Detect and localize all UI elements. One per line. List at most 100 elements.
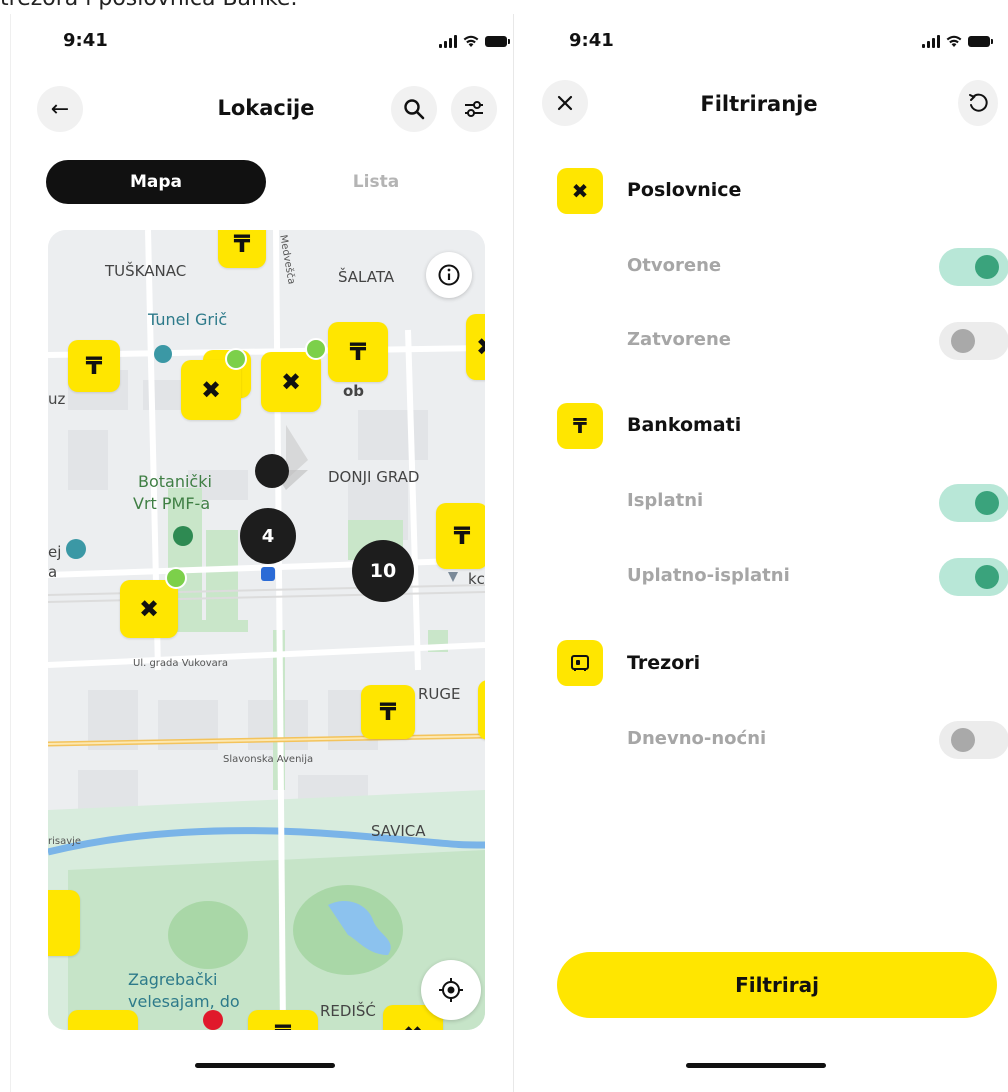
tab-list[interactable]: Lista	[266, 160, 486, 204]
compass-marker	[255, 454, 289, 488]
map-label-risavje: risavje	[48, 836, 82, 847]
atm-icon: ₸	[379, 698, 397, 726]
atm-marker[interactable]: ₸	[361, 685, 415, 739]
map-label-vrt: Vrt PMF-a	[133, 494, 211, 513]
cluster-marker[interactable]: 10	[352, 540, 414, 602]
atm-marker[interactable]	[48, 890, 80, 956]
page-title: Lokacije	[217, 96, 315, 120]
wifi-icon	[946, 35, 962, 47]
toggle-uplatno-isplatni[interactable]	[939, 558, 1008, 596]
filter-screen: 9:41 Filtriranje ✖ Poslovnice Otvorene Z…	[514, 0, 1008, 1092]
page-title: Filtriranje	[700, 92, 818, 116]
search-icon	[404, 99, 425, 120]
close-button[interactable]	[542, 80, 588, 126]
atm-icon: ₸	[557, 403, 603, 449]
open-status-dot	[225, 348, 247, 370]
atm-marker[interactable]: ₸	[248, 1010, 318, 1030]
map-label-a: a	[48, 563, 58, 581]
reset-button[interactable]	[958, 80, 998, 126]
info-icon	[438, 264, 460, 286]
map-label-savica: SAVICA	[371, 822, 426, 840]
open-status-dot	[165, 567, 187, 589]
back-button[interactable]: ←	[37, 86, 83, 132]
home-indicator	[195, 1063, 335, 1068]
branch-icon: ✖	[138, 595, 160, 623]
map-label-ob: ob	[343, 382, 365, 400]
close-icon	[557, 95, 573, 111]
sliders-icon	[465, 101, 483, 117]
map-label-donji-grad: DONJI GRAD	[328, 468, 420, 486]
location-pin-icon	[203, 1010, 223, 1030]
tab-map[interactable]: Mapa	[46, 160, 266, 204]
atm-marker[interactable]: ₸	[328, 322, 388, 382]
map-label-ej: ej	[48, 543, 62, 561]
map-label-salata: ŠALATA	[338, 268, 395, 286]
branch-icon: ✖	[403, 1021, 423, 1030]
toggle-otvorene[interactable]	[939, 248, 1008, 286]
toggle-knob	[975, 255, 999, 279]
status-time: 9:41	[569, 30, 614, 51]
status-time: 9:41	[63, 30, 108, 51]
cellular-signal-icon	[922, 34, 940, 48]
toggle-knob	[951, 329, 975, 353]
option-label: Isplatni	[627, 490, 704, 511]
option-label: Zatvorene	[627, 329, 732, 350]
map-label-uz: uz	[48, 390, 66, 408]
branch-marker[interactable]: ✖	[466, 314, 485, 380]
search-button[interactable]	[391, 86, 437, 132]
toggle-isplatni[interactable]	[939, 484, 1008, 522]
atm-marker[interactable]	[68, 1010, 138, 1030]
section-title: Poslovnice	[627, 179, 742, 201]
wifi-icon	[463, 35, 479, 47]
map-label-tunel: Tunel Grič	[148, 310, 228, 329]
map-view[interactable]: TUŠKANAC ŠALATA Tunel Grič Botanički Vrt…	[48, 230, 485, 1030]
battery-icon	[968, 35, 993, 47]
atm-marker[interactable]	[478, 680, 485, 740]
map-label-velesajam: velesajam, do	[128, 992, 240, 1011]
reset-icon	[969, 93, 988, 112]
option-label: Otvorene	[627, 255, 722, 276]
map-label-ruge: RUGE	[418, 685, 461, 703]
branch-marker[interactable]: ✖	[261, 352, 321, 412]
locate-icon	[439, 978, 463, 1002]
apply-filter-button[interactable]: Filtriraj	[557, 952, 997, 1018]
toggle-zatvorene[interactable]	[939, 322, 1008, 360]
toggle-knob	[951, 728, 975, 752]
vault-icon	[557, 640, 603, 686]
branch-icon: ✖	[280, 368, 302, 396]
atm-marker[interactable]: ₸	[218, 230, 266, 268]
atm-icon: ₸	[349, 338, 367, 366]
view-switcher: Mapa Lista	[46, 160, 486, 204]
toggle-knob	[975, 491, 999, 515]
option-label: Uplatno-isplatni	[627, 565, 790, 586]
atm-marker[interactable]: ₸	[68, 340, 120, 392]
section-title: Bankomati	[627, 414, 742, 436]
option-label: Dnevno-noćni	[627, 728, 767, 749]
filter-button[interactable]	[451, 86, 497, 132]
map-label-tuskanac: TUŠKANAC	[105, 262, 187, 280]
branch-icon: ✖	[476, 333, 485, 361]
atm-marker[interactable]: ₸	[436, 503, 485, 569]
map-label-zagrebacki: Zagrebački	[128, 970, 218, 989]
map-label-kc: kc	[468, 570, 485, 588]
home-indicator	[686, 1063, 826, 1068]
atm-icon: ₸	[453, 522, 471, 550]
section-title: Trezori	[627, 652, 701, 674]
atm-icon: ₸	[85, 352, 103, 380]
toggle-dnevno-nocni[interactable]	[939, 721, 1008, 759]
branch-marker[interactable]: ✖	[120, 580, 178, 638]
map-label-redisc: REDIŠĆ	[320, 1002, 376, 1020]
vault-glyph	[571, 655, 589, 671]
branch-icon: ✖	[200, 376, 222, 404]
toggle-knob	[975, 565, 999, 589]
cluster-marker[interactable]: 4	[240, 508, 296, 564]
atm-icon: ₸	[275, 1020, 292, 1030]
my-location-button[interactable]	[421, 960, 481, 1020]
map-label-slavonska: Slavonska Avenija	[223, 754, 314, 765]
map-info-button[interactable]	[426, 252, 472, 298]
open-status-dot	[305, 338, 327, 360]
map-label-botanicki: Botanički	[138, 472, 212, 491]
arrow-left-icon: ←	[50, 96, 70, 122]
battery-icon	[485, 35, 510, 47]
atm-icon: ₸	[233, 230, 251, 258]
